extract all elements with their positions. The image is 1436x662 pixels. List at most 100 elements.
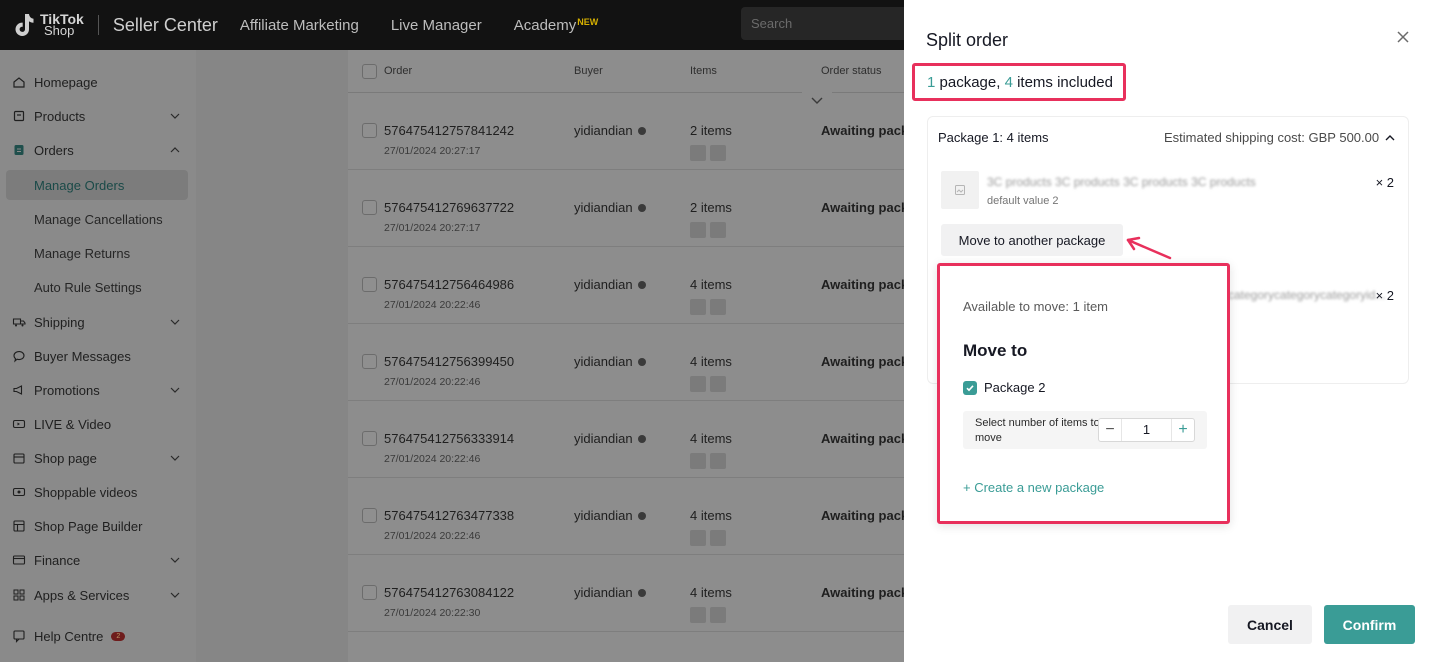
sidebar-item-shipping[interactable]: Shipping [12,308,188,336]
buyer-cell: yidiandian [574,277,646,292]
chevron-down-icon[interactable] [168,315,182,329]
sidebar-item-finance[interactable]: Finance [12,546,188,574]
package-2-label: Package 2 [984,380,1046,395]
select-all-checkbox[interactable] [362,64,377,79]
sidebar-item-shop-page-builder[interactable]: Shop Page Builder [12,512,188,540]
row-checkbox[interactable] [362,585,377,600]
buyer-name: yidiandian [574,200,633,215]
header-order-status: Order status [821,65,882,77]
shipping-cost[interactable]: Estimated shipping cost: GBP 500.00 [1164,130,1395,145]
sidebar-item-help-centre[interactable]: Help Centre 2 [12,622,188,650]
sidebar-item-shop-page[interactable]: Shop page [12,444,188,472]
nav-live-manager[interactable]: Live Manager [391,17,482,34]
confirm-button[interactable]: Confirm [1324,605,1415,644]
order-status: Awaiting pack [821,508,909,523]
package-2-option[interactable]: Package 2 [963,380,1045,395]
order-id[interactable]: 576475412756464986 [384,277,514,292]
table-row[interactable]: 576475412756464986 27/01/2024 20:22:46 yid… [348,247,908,324]
order-id[interactable]: 576475412757841242 [384,123,514,138]
buyer-cell: yidiandian [574,354,646,369]
buyer-name: yidiandian [574,354,633,369]
sidebar-subitem-manage-returns[interactable]: Manage Returns [6,238,188,268]
buyer-cell: yidiandian [574,508,646,523]
item-thumbnail [710,145,726,161]
sidebar-item-label: Shop page [34,450,97,466]
search-input[interactable]: Search [741,7,921,40]
table-row[interactable]: 576475412763084122 27/01/2024 20:22:30 yid… [348,555,908,632]
box-icon [12,109,26,123]
orders-icon [12,143,26,157]
item-thumbnail [690,376,706,392]
quantity-value[interactable]: 1 [1121,419,1172,441]
sidebar-item-live-video[interactable]: LIVE & Video [12,410,188,438]
move-to-another-package-button[interactable]: Move to another package [941,224,1123,256]
table-row[interactable]: 576475412756399450 27/01/2024 20:22:46 yid… [348,324,908,401]
info-icon[interactable] [637,588,646,597]
quantity-select-box: Select number of items to move − 1 + [963,411,1207,449]
tiktok-shop-logo[interactable]: TikTok Shop [12,12,84,38]
sidebar-subitem-manage-cancellations[interactable]: Manage Cancellations [6,204,188,234]
minus-icon[interactable]: − [1099,419,1121,441]
sidebar-item-label: Shoppable videos [34,484,138,500]
info-icon[interactable] [637,357,646,366]
sidebar-item-buyer-messages[interactable]: Buyer Messages [12,342,188,370]
quantity-stepper[interactable]: − 1 + [1098,418,1195,442]
row-checkbox[interactable] [362,277,377,292]
buyer-name: yidiandian [574,123,633,138]
sidebar-item-homepage[interactable]: Homepage [12,68,188,96]
chevron-down-icon[interactable] [168,109,182,123]
row-checkbox[interactable] [362,200,377,215]
table-row[interactable]: 576475412756333914 27/01/2024 20:22:46 yid… [348,401,908,478]
order-id[interactable]: 576475412769637722 [384,200,514,215]
sidebar-subitem-manage-orders[interactable]: Manage Orders [6,170,188,200]
item-thumbnail [710,607,726,623]
top-divider [97,15,99,35]
sidebar-item-label: Products [34,108,86,124]
plus-icon[interactable]: + [1172,419,1194,441]
apps-icon [12,588,26,602]
info-icon[interactable] [637,511,646,520]
table-row[interactable]: 576475412769637722 27/01/2024 20:27:17 yid… [348,170,908,247]
table-row[interactable]: 576475412757841242 27/01/2024 20:27:17 yid… [348,93,908,170]
item-thumbnail [710,453,726,469]
row-checkbox[interactable] [362,123,377,138]
order-id[interactable]: 576475412763477338 [384,508,514,523]
product-qty-2: × 2 [1375,288,1394,303]
order-id[interactable]: 576475412756333914 [384,431,514,446]
close-icon[interactable] [1396,30,1410,44]
sidebar-item-products[interactable]: Products [12,102,188,130]
sidebar-item-orders[interactable]: Orders [12,136,188,164]
info-icon[interactable] [637,126,646,135]
sidebar-item-promotions[interactable]: Promotions [12,376,188,404]
row-checkbox[interactable] [362,431,377,446]
chevron-down-icon[interactable] [168,383,182,397]
table-row[interactable]: 576475412763477338 27/01/2024 20:22:46 yid… [348,478,908,555]
order-id[interactable]: 576475412763084122 [384,585,514,600]
split-order-drawer: Split order 1 package, 4 items included … [904,0,1436,662]
row-checkbox[interactable] [362,354,377,369]
chevron-up-icon[interactable] [168,143,182,157]
nav-affiliate-marketing[interactable]: Affiliate Marketing [240,17,359,34]
sidebar-subitem-auto-rule-settings[interactable]: Auto Rule Settings [6,272,188,302]
product-name: 3C products 3C products 3C products 3C p… [987,175,1256,189]
info-icon[interactable] [637,203,646,212]
notification-badge: 2 [111,631,126,641]
sidebar-item-apps-services[interactable]: Apps & Services [12,581,188,609]
info-icon[interactable] [637,434,646,443]
checkbox-checked-icon[interactable] [963,380,977,395]
sidebar-item-shoppable-videos[interactable]: Shoppable videos [12,478,188,506]
header-buyer: Buyer [574,65,603,77]
chevron-down-icon[interactable] [168,451,182,465]
package-title: Package 1: 4 items [938,130,1049,145]
order-id[interactable]: 576475412756399450 [384,354,514,369]
app-title[interactable]: Seller Center [113,15,218,36]
chevron-down-icon[interactable] [168,588,182,602]
new-badge: NEW [577,16,599,27]
info-icon[interactable] [637,280,646,289]
create-new-package-link[interactable]: + Create a new package [963,480,1104,495]
chevron-down-icon[interactable] [168,553,182,567]
row-checkbox[interactable] [362,508,377,523]
shipping-cost-text: Estimated shipping cost: GBP 500.00 [1164,130,1380,145]
nav-academy[interactable]: AcademyNEW [514,17,599,34]
cancel-button[interactable]: Cancel [1228,605,1312,644]
